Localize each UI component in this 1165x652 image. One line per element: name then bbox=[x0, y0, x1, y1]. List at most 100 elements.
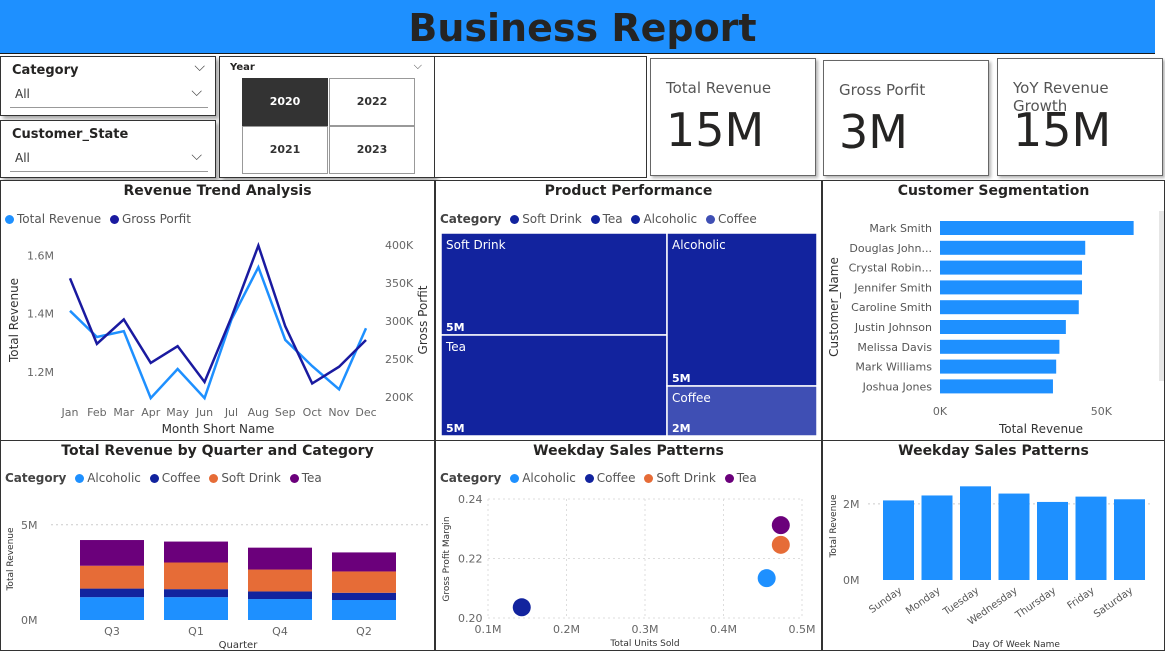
treemap-tile-label: Tea bbox=[445, 340, 466, 354]
kpi-value: 3M bbox=[839, 105, 908, 159]
y-tick-label: 1.6M bbox=[27, 250, 54, 263]
year-option-2023[interactable]: 2023 bbox=[329, 126, 415, 174]
x-tick-label: 0K bbox=[933, 405, 948, 418]
year-slicer-label: Year bbox=[230, 62, 255, 73]
x-tick-label: Jun bbox=[195, 406, 213, 419]
collapse-chevron-icon[interactable]: ⌵ bbox=[194, 59, 205, 75]
weekday-bar-chart: 2M0MSunday MondayTuesdayWednesdayThursday… bbox=[829, 486, 1153, 650]
customer-segmentation-chart: Mark Smith Douglas John... Crystal Robin..… bbox=[827, 211, 1164, 436]
treemap-tile-tea bbox=[440, 334, 668, 437]
weekday-bar bbox=[1075, 496, 1107, 580]
y-tick-label: 5M bbox=[21, 519, 38, 532]
weekday-scatter-chart: 0.240.220.200.1M 0.2M 0.3M 0.4M 0.5MTotal Un… bbox=[442, 493, 815, 649]
weekday-bars-panel: Weekday Sales Patterns 2M 0M Sunday Monday T… bbox=[822, 440, 1165, 651]
quarter-category-panel: Total Revenue by Quarter and Category Ca… bbox=[0, 440, 435, 651]
bar-category-label: Justin Johnson bbox=[854, 321, 932, 334]
category-slicer[interactable]: Category ⌵ All ⌵ bbox=[0, 56, 216, 116]
category-slicer-label: Category bbox=[12, 63, 79, 78]
customer-state-slicer[interactable]: Customer_State All ⌵ bbox=[0, 120, 216, 178]
product-performance-panel: Product Performance Category Soft Drink … bbox=[435, 180, 822, 441]
weekday-bar bbox=[960, 486, 991, 580]
bar-category-label: Mark Smith bbox=[869, 222, 932, 235]
weekday-bar bbox=[998, 493, 1030, 580]
stacked-bar-segment bbox=[164, 541, 228, 563]
x-tick-label: Q3 bbox=[104, 625, 120, 638]
year-option-2020[interactable]: 2020 bbox=[242, 78, 328, 126]
stacked-bar-segment bbox=[332, 571, 396, 593]
stacked-bar-segment bbox=[332, 592, 396, 601]
stacked-bar-segment bbox=[164, 562, 228, 590]
bar-category-label: Melissa Davis bbox=[857, 341, 932, 354]
customer-bar bbox=[940, 379, 1053, 394]
year-option-2022[interactable]: 2022 bbox=[329, 78, 415, 126]
customer-state-dropdown[interactable]: All ⌵ bbox=[10, 147, 208, 172]
x-tick-label: Saturday bbox=[1092, 585, 1135, 620]
y-tick-label: 1.4M bbox=[27, 308, 54, 321]
scatter-point-soft-drink bbox=[771, 535, 790, 554]
stacked-bar-segment bbox=[248, 569, 312, 592]
customer-state-slicer-label: Customer_State bbox=[12, 127, 129, 142]
x-tick-label: 50K bbox=[1091, 405, 1113, 418]
year-option-2021[interactable]: 2021 bbox=[242, 126, 328, 174]
x-tick-label: Mar bbox=[113, 406, 134, 419]
header-edge bbox=[1155, 0, 1165, 54]
scatter-point-coffee bbox=[512, 598, 531, 617]
bar-category-label: Caroline Smith bbox=[851, 301, 932, 314]
revenue-trend-chart: 1.6M 1.4M 1.2M 400K 350K 300K 250K 200K Jan Feb Ma… bbox=[7, 239, 430, 436]
customer-bar bbox=[940, 280, 1082, 295]
stacked-bar-segment bbox=[164, 597, 228, 620]
stacked-bar-segment bbox=[164, 589, 228, 598]
chevron-down-icon: ⌵ bbox=[191, 84, 202, 100]
stacked-bar-segment bbox=[80, 597, 144, 620]
treemap-tile-label: Soft Drink bbox=[446, 238, 506, 252]
x-axis-title: Total Revenue bbox=[998, 422, 1083, 436]
y2-tick-label: 250K bbox=[385, 353, 414, 366]
kpi-card-total-revenue: Total Revenue 15M bbox=[650, 58, 816, 176]
scrollbar bbox=[1159, 211, 1164, 381]
x-tick-label: Oct bbox=[303, 406, 323, 419]
y-tick-label: 2M bbox=[843, 498, 860, 511]
x-tick-label: 0.2M bbox=[553, 623, 580, 636]
x-tick-label: 0.4M bbox=[710, 623, 737, 636]
stacked-bar-segment bbox=[332, 552, 396, 572]
treemap-tile-value: 2M bbox=[672, 422, 691, 435]
y-axis-title: Total Revenue bbox=[6, 527, 16, 592]
y2-tick-label: 350K bbox=[385, 277, 414, 290]
x-tick-label: Aug bbox=[248, 406, 269, 419]
y2-tick-label: 200K bbox=[385, 391, 414, 404]
x-tick-label: Monday bbox=[904, 585, 943, 617]
treemap-tile-label: Coffee bbox=[672, 391, 711, 405]
year-slicer[interactable]: Year ⌵ 2020 2022 2021 2023 bbox=[219, 56, 435, 178]
y-axis-title: Customer_Name bbox=[827, 257, 841, 357]
treemap-tile-value: 5M bbox=[672, 372, 691, 385]
y-tick-label: 1.2M bbox=[27, 366, 54, 379]
y-tick-label: 0.22 bbox=[458, 553, 483, 566]
stacked-bar-segment bbox=[80, 565, 144, 589]
kpi-label: Total Revenue bbox=[666, 79, 772, 97]
kpi-card-yoy-growth: YoY Revenue Growth 15M bbox=[997, 58, 1163, 176]
product-treemap: Soft Drink 5M Tea 5M Alcoholic 5M Coffee 2M bbox=[440, 232, 818, 437]
customer-bar bbox=[940, 221, 1134, 235]
x-axis-title: Day Of Week Name bbox=[972, 640, 1060, 650]
report-header: Business Report bbox=[0, 0, 1165, 54]
x-tick-label: Sunday bbox=[867, 585, 904, 616]
scatter-point-tea bbox=[771, 516, 790, 535]
y-tick-label: 0M bbox=[21, 614, 38, 627]
category-dropdown[interactable]: All ⌵ bbox=[10, 83, 208, 108]
chevron-down-icon[interactable]: ⌵ bbox=[414, 59, 422, 73]
x-tick-label: Jan bbox=[61, 406, 79, 419]
scatter-point-alcoholic bbox=[757, 569, 776, 588]
kpi-card-gross-profit: Gross Porfit 3M bbox=[823, 60, 989, 176]
x-tick-label: 0.1M bbox=[475, 623, 502, 636]
x-tick-label: Friday bbox=[1066, 585, 1097, 611]
y2-tick-label: 400K bbox=[385, 239, 414, 252]
x-tick-label: Nov bbox=[328, 406, 350, 419]
stacked-bar-segment bbox=[80, 540, 144, 566]
kpi-value: 15M bbox=[666, 103, 765, 157]
weekday-bar bbox=[883, 500, 914, 580]
stacked-bar-segment bbox=[332, 600, 396, 620]
y-tick-label: 0M bbox=[843, 574, 860, 587]
stacked-bar-segment bbox=[80, 588, 144, 598]
x-tick-label: Sep bbox=[275, 406, 296, 419]
chevron-down-icon: ⌵ bbox=[191, 148, 202, 164]
